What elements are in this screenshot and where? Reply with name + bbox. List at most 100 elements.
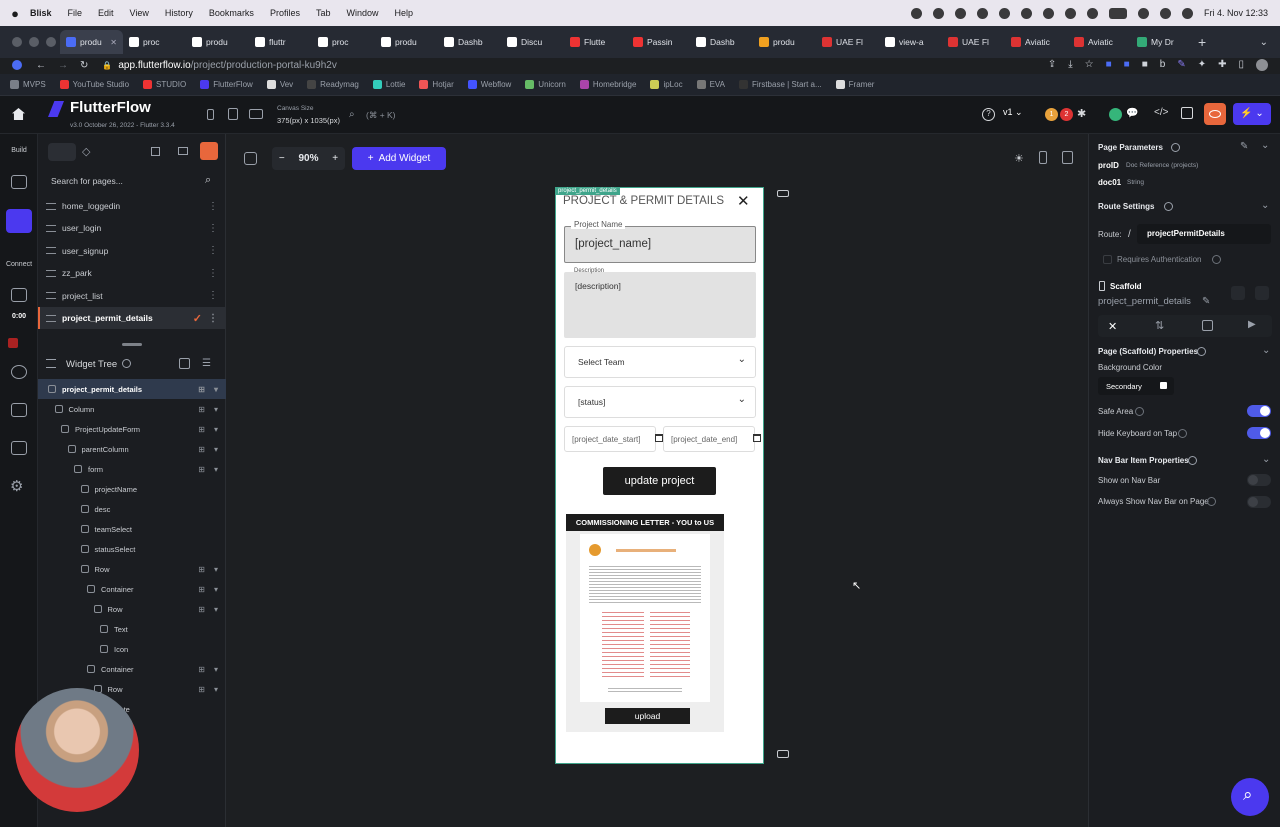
bookmark-item[interactable]: FlutterFlow bbox=[200, 80, 253, 89]
actions-tab-icon[interactable]: ⇅ bbox=[1155, 319, 1164, 332]
menu-help[interactable]: Help bbox=[394, 8, 413, 18]
widget-tree-item[interactable]: Container ⊞ ▾ bbox=[38, 579, 226, 599]
components-tab-icon[interactable]: ◇ bbox=[82, 145, 90, 158]
menu-view[interactable]: View bbox=[130, 8, 149, 18]
media-rail-icon[interactable] bbox=[11, 403, 27, 417]
hide-keyboard-toggle[interactable] bbox=[1247, 427, 1271, 439]
menu-profiles[interactable]: Profiles bbox=[270, 8, 300, 18]
status-icon[interactable] bbox=[976, 7, 988, 19]
background-color-picker[interactable]: Secondary bbox=[1098, 377, 1174, 395]
widget-tree-item[interactable]: Icon bbox=[38, 639, 226, 659]
wrap-widget-icon[interactable]: ⊞ bbox=[198, 465, 205, 474]
info-icon[interactable] bbox=[1212, 255, 1221, 264]
wrap-widget-icon[interactable]: ⊞ bbox=[198, 685, 205, 694]
bookmark-item[interactable]: Webflow bbox=[467, 80, 511, 89]
zoom-level[interactable]: 90% bbox=[298, 153, 318, 164]
zoom-in-button[interactable]: + bbox=[332, 153, 338, 164]
widget-tree-item[interactable]: Container ⊞ ▾ bbox=[38, 659, 226, 679]
notification-badge[interactable]: 1 bbox=[1045, 108, 1058, 121]
tree-expand-icon[interactable] bbox=[179, 358, 190, 369]
info-icon[interactable] bbox=[1164, 202, 1173, 211]
page-options-icon[interactable]: ⋮ bbox=[208, 290, 218, 301]
help-icon[interactable]: ? bbox=[982, 108, 995, 121]
page-list-item[interactable]: project_permit_details ✓ ⋮ bbox=[38, 307, 226, 329]
scaffold-properties-title[interactable]: Page (Scaffold) Properties bbox=[1098, 347, 1198, 356]
responsive-icon[interactable] bbox=[1062, 151, 1073, 164]
chevron-down-icon[interactable]: ▾ bbox=[214, 465, 218, 474]
edit-icon[interactable]: ✎ bbox=[1240, 141, 1248, 152]
profile-avatar[interactable] bbox=[1256, 59, 1268, 71]
forward-icon[interactable]: → bbox=[58, 60, 68, 71]
bookmark-item[interactable]: EVA bbox=[696, 80, 725, 89]
theme-toggle-icon[interactable]: ☀ bbox=[1014, 152, 1024, 165]
chevron-down-icon[interactable]: ⌄ bbox=[1261, 200, 1269, 211]
extension-icon[interactable]: b bbox=[1160, 59, 1166, 71]
extension-icon[interactable]: ■ bbox=[1124, 59, 1130, 71]
calendar-icon[interactable] bbox=[753, 434, 761, 442]
chevron-down-icon[interactable]: ⌄ bbox=[1262, 345, 1270, 356]
browser-tab[interactable]: produ bbox=[186, 30, 249, 54]
command-search-shortcut[interactable]: (⌘ + K) bbox=[366, 110, 396, 121]
top-handle-icon[interactable] bbox=[777, 190, 789, 197]
widget-tree-item[interactable]: statusSelect bbox=[38, 539, 226, 559]
open-external-icon[interactable] bbox=[1181, 107, 1193, 119]
bug-icon[interactable]: ✱ bbox=[1077, 107, 1086, 120]
bookmark-item[interactable]: STUDIO bbox=[143, 80, 186, 89]
info-icon[interactable] bbox=[1171, 143, 1180, 152]
device-frame-icon[interactable] bbox=[1039, 151, 1047, 164]
chevron-down-icon[interactable]: ▾ bbox=[214, 425, 218, 434]
menu-file[interactable]: File bbox=[68, 8, 83, 18]
sidebar-toggle-icon[interactable]: ▯ bbox=[1238, 59, 1244, 71]
widget-tree-item[interactable]: ProjectUpdateForm ⊞ ▾ bbox=[38, 419, 226, 439]
firestore-rail-icon[interactable] bbox=[11, 288, 27, 302]
mobile-view-icon[interactable] bbox=[207, 109, 214, 120]
settings-icon[interactable]: ⚙ bbox=[10, 477, 23, 495]
date-end-field[interactable]: [project_date_end] bbox=[663, 426, 755, 452]
always-show-nav-toggle[interactable] bbox=[1247, 496, 1271, 508]
url-field[interactable]: app.flutterflow.io/project/production-po… bbox=[118, 60, 336, 71]
bookmark-item[interactable]: MVPS bbox=[10, 80, 46, 89]
reload-icon[interactable]: ↻ bbox=[80, 60, 88, 71]
browser-tab[interactable]: proc bbox=[312, 30, 375, 54]
page-list-item[interactable]: home_loggedin ⋮ bbox=[38, 195, 226, 217]
browser-tab[interactable]: fluttr bbox=[249, 30, 312, 54]
search-icon[interactable]: ⌕ bbox=[349, 109, 355, 120]
menu-edit[interactable]: Edit bbox=[98, 8, 114, 18]
browser-tab[interactable]: produ bbox=[753, 30, 816, 54]
home-icon[interactable] bbox=[12, 108, 25, 120]
info-icon[interactable] bbox=[1207, 497, 1216, 506]
browser-tab[interactable]: UAE Fl bbox=[942, 30, 1005, 54]
check-status-icon[interactable] bbox=[1109, 108, 1122, 121]
extension-icon[interactable]: ✎ bbox=[1177, 59, 1185, 71]
copy-icon[interactable] bbox=[1231, 286, 1245, 300]
update-project-button[interactable]: update project bbox=[603, 467, 716, 495]
widget-tree-item[interactable]: Row ⊞ ▾ bbox=[38, 599, 226, 619]
add-page-button[interactable] bbox=[200, 142, 218, 160]
edit-icon[interactable]: ✎ bbox=[1202, 296, 1210, 307]
requires-auth-checkbox[interactable] bbox=[1103, 255, 1112, 264]
menu-window[interactable]: Window bbox=[346, 8, 378, 18]
date-start-field[interactable]: [project_date_start] bbox=[564, 426, 656, 452]
minimize-window-icon[interactable] bbox=[29, 37, 39, 47]
status-icon[interactable] bbox=[910, 7, 922, 19]
clock-icon[interactable] bbox=[1137, 7, 1149, 19]
bottom-handle-icon[interactable] bbox=[777, 750, 789, 758]
status-icon[interactable] bbox=[1064, 7, 1076, 19]
error-badge[interactable]: 2 bbox=[1060, 108, 1073, 121]
wifi-icon[interactable] bbox=[1159, 7, 1171, 19]
control-center-icon[interactable] bbox=[1181, 7, 1193, 19]
phone-preview[interactable]: PROJECT & PERMIT DETAILS ✕ Project Name … bbox=[555, 187, 764, 764]
add-widget-rail-icon[interactable] bbox=[11, 175, 27, 189]
run-button[interactable]: ⚡ ⌄ bbox=[1233, 103, 1271, 125]
chevron-down-icon[interactable]: ▾ bbox=[214, 585, 218, 594]
bookmark-item[interactable]: Readymag bbox=[307, 80, 359, 89]
delete-icon[interactable] bbox=[1255, 286, 1269, 300]
route-input[interactable]: projectPermitDetails bbox=[1137, 224, 1271, 244]
widget-tree-item[interactable]: Text bbox=[38, 619, 226, 639]
menu-app-blisk[interactable]: Blisk bbox=[30, 8, 52, 18]
canvas-toggle-icon[interactable] bbox=[244, 152, 257, 165]
browser-tab[interactable]: My Dr bbox=[1131, 30, 1194, 54]
install-icon[interactable]: ⤓ bbox=[1068, 59, 1072, 71]
widget-tree-item[interactable]: project_permit_details ⊞ ▾ bbox=[38, 379, 226, 399]
info-icon[interactable] bbox=[122, 359, 131, 368]
